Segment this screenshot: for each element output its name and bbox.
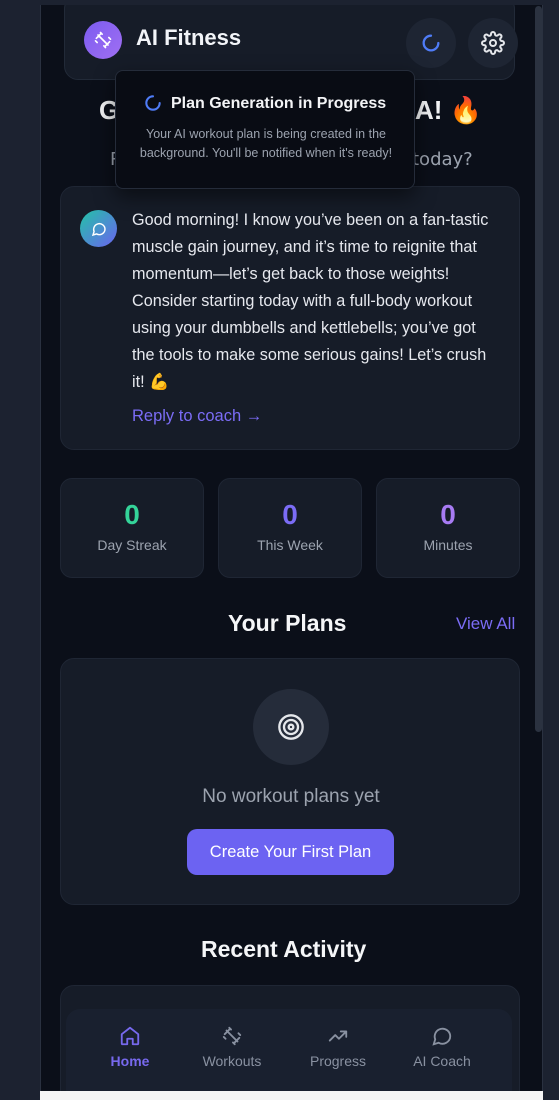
dumbbell-logo-icon	[84, 21, 122, 59]
stat-value: 0	[124, 499, 140, 530]
stat-value: 0	[282, 499, 298, 530]
app-header: AI Fitness	[64, 5, 518, 80]
gear-icon	[481, 31, 505, 55]
view-all-link[interactable]: View All	[456, 614, 515, 634]
nav-item-ai-coach[interactable]: AI Coach	[397, 1023, 487, 1069]
coach-avatar	[80, 210, 117, 247]
stat-value: 0	[440, 499, 456, 530]
settings-button[interactable]	[468, 18, 518, 68]
greeting-subtitle-end: today?	[412, 149, 473, 170]
plans-empty-card: No workout plans yet Create Your First P…	[60, 658, 520, 905]
target-icon	[253, 689, 329, 765]
recent-activity-heading: Recent Activity	[201, 936, 367, 962]
stat-day-streak: 0 Day Streak	[60, 478, 204, 578]
dumbbell-icon	[187, 1023, 277, 1049]
nav-label: Home	[110, 1053, 150, 1069]
stat-minutes: 0 Minutes	[376, 478, 520, 578]
nav-item-progress[interactable]: Progress	[293, 1023, 383, 1069]
scrollbar[interactable]	[535, 6, 542, 732]
stat-label: Minutes	[423, 537, 473, 553]
stat-label: Day Streak	[97, 537, 167, 553]
chat-bubble-icon	[397, 1023, 487, 1049]
stat-this-week: 0 This Week	[218, 478, 362, 578]
nav-label: Workouts	[202, 1053, 262, 1069]
loading-spinner-icon	[422, 34, 440, 52]
loading-spinner-icon	[143, 93, 163, 117]
window-bottom-edge	[40, 1091, 543, 1100]
nav-label: AI Coach	[413, 1053, 471, 1069]
create-first-plan-button[interactable]: Create Your First Plan	[187, 829, 394, 875]
nav-item-home[interactable]: Home	[85, 1023, 175, 1069]
trending-up-icon	[293, 1023, 383, 1049]
home-icon	[85, 1023, 175, 1049]
bottom-nav: Home Workouts Progress AI Coach	[66, 1009, 512, 1093]
coach-message-card: Good morning! I know you’ve been on a fa…	[60, 186, 520, 450]
reply-to-coach-link[interactable]: Reply to coach →	[132, 407, 262, 426]
chat-bubble-icon	[91, 222, 106, 236]
nav-label: Progress	[309, 1053, 367, 1069]
app-frame: AI Fitness G A! 🔥 R today? Plan Generati…	[40, 5, 543, 1093]
app-title: AI Fitness	[136, 25, 242, 50]
stat-label: This Week	[257, 537, 323, 553]
greeting-heading-end: A! 🔥	[415, 95, 483, 125]
plan-generation-tooltip: Plan Generation in Progress Your AI work…	[115, 70, 415, 189]
empty-plans-text: No workout plans yet	[202, 786, 380, 807]
tooltip-title: Plan Generation in Progress	[171, 95, 387, 112]
tooltip-body: Your AI workout plan is being created in…	[139, 127, 393, 160]
nav-item-workouts[interactable]: Workouts	[187, 1023, 277, 1069]
coach-message-text: Good morning! I know you’ve been on a fa…	[132, 211, 489, 391]
generating-status-button[interactable]	[406, 18, 456, 68]
your-plans-heading: Your Plans	[228, 610, 347, 636]
